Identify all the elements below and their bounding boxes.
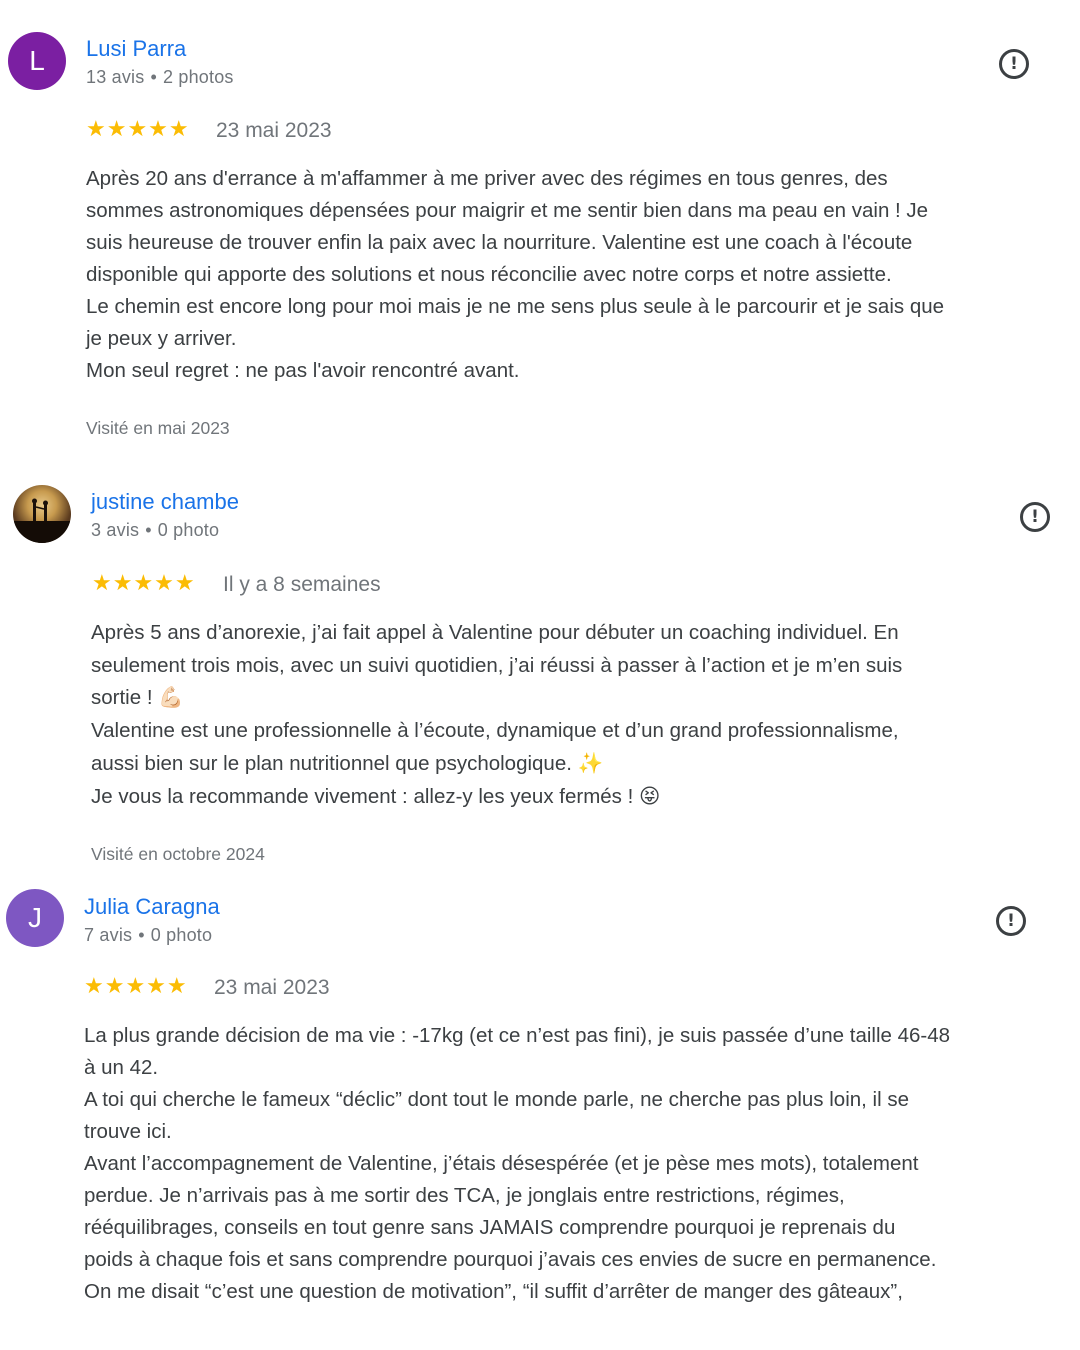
review-text-line: Mon seul regret : ne pas l'avoir rencont…	[86, 359, 520, 382]
avatar[interactable]: J	[6, 889, 64, 947]
report-flag-icon[interactable]: !	[999, 49, 1029, 79]
review-text-line: sortie ! 💪🏻	[91, 686, 184, 710]
review-text-line: seulement trois mois, avec un suivi quot…	[91, 653, 903, 677]
reviewer-meta: 7 avis • 0 photo	[84, 925, 213, 945]
review-text-line: Après 20 ans d'errance à m'affammer à me…	[86, 167, 888, 190]
visited-date: Visité en mai 2023	[86, 418, 230, 438]
review-text-line: Après 5 ans d’anorexie, j’ai fait appel …	[91, 621, 899, 644]
review-text-line: Avant l’accompagnement de Valentine, j’é…	[84, 1152, 919, 1175]
star-rating: ★★★★★	[92, 571, 196, 596]
review-text-line: trouve ici.	[84, 1120, 172, 1143]
review-text-line: Le chemin est encore long pour moi mais …	[86, 295, 945, 318]
reviewer-name[interactable]: Julia Caragna	[84, 894, 220, 920]
photo-count: 0 photo	[150, 925, 213, 945]
review-count: 13 avis	[86, 67, 145, 87]
photo-count: 0 photo	[157, 520, 220, 540]
review-text: Après 20 ans d'errance à m'affammer à me…	[86, 163, 944, 387]
review-date: 23 mai 2023	[216, 119, 332, 142]
review-text-line: La plus grande décision de ma vie : -17k…	[84, 1024, 951, 1047]
review-text-line: sommes astronomiques dépensées pour maig…	[86, 199, 929, 222]
profile-photo-icon	[13, 498, 71, 543]
star-rating: ★★★★★	[84, 974, 188, 999]
report-flag-icon[interactable]: !	[1020, 502, 1050, 532]
review-date: 23 mai 2023	[214, 976, 330, 999]
avatar[interactable]	[13, 485, 71, 543]
reviewer-meta: 3 avis • 0 photo	[91, 520, 220, 540]
visited-date: Visité en octobre 2024	[91, 844, 265, 864]
review-date: Il y a 8 semaines	[223, 573, 381, 596]
review-text-line: je peux y arriver.	[86, 327, 237, 350]
review-text-line: aussi bien sur le plan nutritionnel que …	[91, 751, 604, 775]
review-text: La plus grande décision de ma vie : -17k…	[84, 1020, 950, 1308]
review-text-line: rééquilibrages, conseils en tout genre s…	[84, 1216, 896, 1239]
reviewer-name[interactable]: Lusi Parra	[86, 36, 186, 62]
report-flag-icon[interactable]: !	[996, 906, 1026, 936]
review-text-line: à un 42.	[84, 1056, 159, 1079]
review-text-line: Je vous la recommande vivement : allez-y…	[91, 784, 661, 808]
review-text: Après 5 ans d’anorexie, j’ai fait appel …	[91, 617, 902, 813]
review-count: 7 avis	[84, 925, 133, 945]
review-text-line: A toi qui cherche le fameux “déclic” don…	[84, 1088, 910, 1111]
review-text-line: disponible qui apporte des solutions et …	[86, 263, 892, 286]
reviewer-name[interactable]: justine chambe	[91, 489, 239, 515]
star-rating: ★★★★★	[86, 117, 190, 142]
avatar[interactable]: L	[8, 32, 66, 90]
review-text-line: poids à chaque fois et sans comprendre p…	[84, 1248, 937, 1271]
review-text-line: On me disait “c’est une question de moti…	[84, 1280, 903, 1303]
review-text-line: perdue. Je n’arrivais pas à me sortir de…	[84, 1184, 845, 1207]
photo-count: 2 photos	[162, 67, 234, 87]
review-text-line: suis heureuse de trouver enfin la paix a…	[86, 231, 913, 254]
review-count: 3 avis	[91, 520, 140, 540]
reviewer-meta: 13 avis • 2 photos	[86, 67, 234, 87]
review-text-line: Valentine est une professionnelle à l’éc…	[91, 719, 899, 743]
